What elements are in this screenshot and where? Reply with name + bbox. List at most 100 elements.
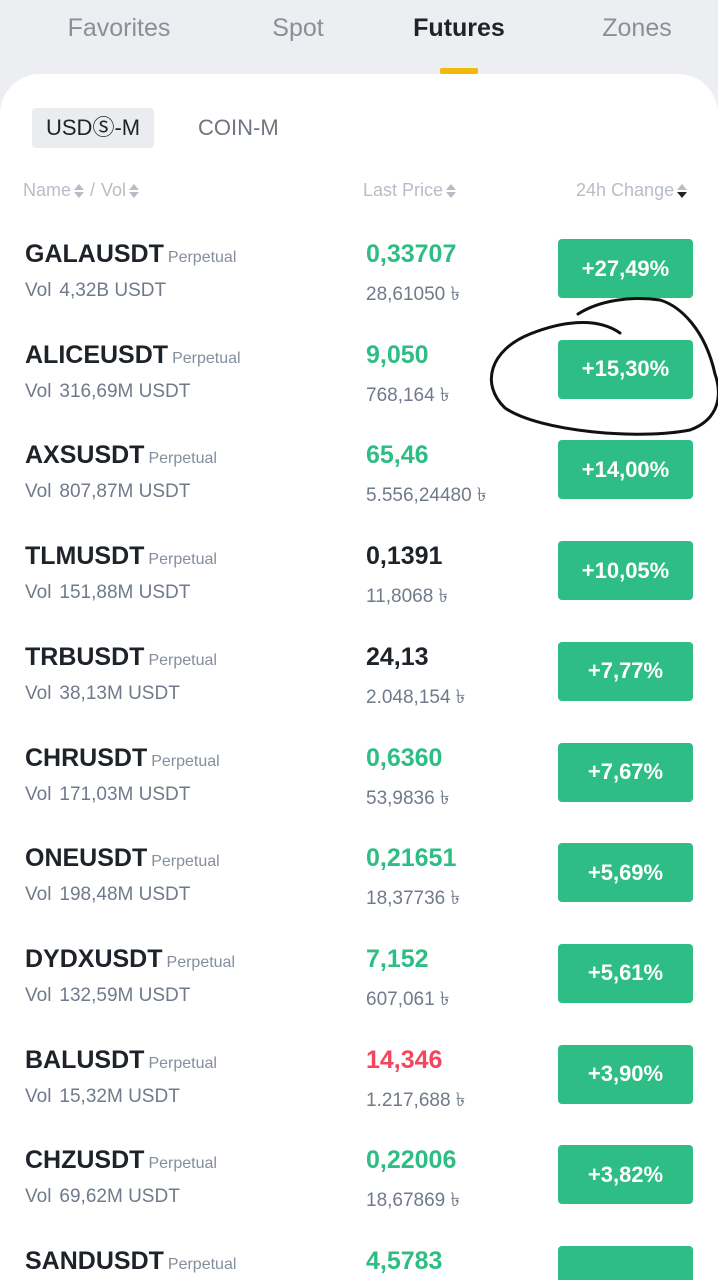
symbol-text: AXSUSDT	[25, 441, 145, 470]
volume-value: 198,48M USDT	[59, 884, 191, 906]
symbol-text: CHZUSDT	[25, 1146, 145, 1175]
subtab-usds-m[interactable]: USDⓈ-M	[32, 108, 155, 148]
change-percent-button[interactable]: +14,00%	[558, 440, 693, 500]
symbol-name: SANDUSDT Perpetual	[25, 1247, 236, 1276]
market-row[interactable]: CHRUSDT Perpetual Vol 171,03M USDT 0,6360 53,…	[0, 738, 718, 839]
sort-desc-icon	[677, 183, 688, 198]
contract-type: Perpetual	[148, 1054, 217, 1072]
sort-arrows-icon	[74, 183, 85, 198]
last-price: 24,13	[366, 642, 429, 671]
fiat-price: 5.556,24480 ৳	[366, 485, 487, 507]
volume-value: 807,87M USDT	[59, 481, 191, 503]
volume: Vol 198,48M USDT	[25, 884, 190, 906]
change-percent-button[interactable]: +10,05%	[558, 541, 693, 601]
volume: Vol 171,03M USDT	[25, 784, 190, 806]
volume-value: 4,32B USDT	[59, 280, 167, 301]
market-row[interactable]: TLMUSDT Perpetual Vol 151,88M USDT 0,1391 11,…	[0, 536, 718, 637]
symbol-name: ALICEUSDT Perpetual	[25, 341, 241, 370]
market-row[interactable]: AXSUSDT Perpetual Vol 807,87M USDT 65,46 5.55…	[0, 435, 718, 536]
change-percent-button[interactable]: +27,49%	[558, 239, 693, 298]
volume-label: Vol	[25, 481, 52, 503]
fiat-price: 607,061 ৳	[366, 988, 450, 1010]
symbol-text: TRBUSDT	[25, 642, 145, 671]
market-row[interactable]: ONEUSDT Perpetual Vol 198,48M USDT 0,21651 18…	[0, 838, 718, 939]
change-percent-button[interactable]: +7,77%	[558, 641, 693, 701]
volume-value: 171,03M USDT	[59, 783, 191, 805]
volume-value: 132,59M USDT	[59, 984, 191, 1006]
contract-type: Perpetual	[148, 450, 217, 468]
change-percent-button[interactable]: +3,82%	[558, 1145, 693, 1205]
symbol-name: GALAUSDT Perpetual	[25, 240, 236, 269]
volume-label: Vol	[25, 884, 52, 906]
symbol-name: TRBUSDT Perpetual	[25, 643, 217, 672]
sort-vol[interactable]: Vol	[101, 180, 140, 201]
contract-type: Perpetual	[167, 249, 237, 266]
contract-type: Perpetual	[148, 1155, 217, 1173]
volume: Vol 316,69M USDT	[25, 381, 190, 403]
symbol-name: ONEUSDT Perpetual	[25, 844, 220, 873]
market-row[interactable]: GALAUSDT Perpetual Vol 4,32B USDT 0,33707 28,…	[0, 234, 718, 335]
symbol-name: DYDXUSDT Perpetual	[25, 945, 235, 974]
volume-label: Vol	[25, 1085, 52, 1107]
last-price: 0,1391	[366, 542, 443, 571]
symbol-name: BALUSDT Perpetual	[25, 1046, 217, 1075]
column-separator: /	[90, 180, 96, 200]
volume-value: 151,88M USDT	[59, 582, 191, 604]
tab-futures[interactable]: Futures	[413, 14, 505, 43]
change-percent-button[interactable]	[558, 1246, 693, 1280]
change-percent-button[interactable]: +5,61%	[558, 943, 693, 1003]
volume: Vol 69,62M USDT	[25, 1186, 180, 1208]
change-percent-button[interactable]: +3,90%	[558, 1044, 693, 1104]
tab-zones[interactable]: Zones	[602, 14, 671, 43]
change-percent-button[interactable]: +5,69%	[558, 843, 693, 903]
contract-type: Perpetual	[172, 349, 241, 367]
column-name-label: Name	[23, 180, 72, 200]
subtab-coin-m[interactable]: COIN-M	[184, 108, 293, 148]
sort-arrows-icon	[129, 183, 140, 198]
fiat-price: 18,67869 ৳	[366, 1190, 460, 1212]
volume: Vol 132,59M USDT	[25, 985, 190, 1007]
top-tab-bar: Favorites Spot Futures Zones	[0, 0, 718, 80]
market-row[interactable]: DYDXUSDT Perpetual Vol 132,59M USDT 7,152 607…	[0, 939, 718, 1040]
symbol-text: DYDXUSDT	[25, 944, 163, 973]
volume-label: Vol	[25, 380, 52, 402]
symbol-name: AXSUSDT Perpetual	[25, 441, 217, 470]
sort-24h-change[interactable]: 24h Change	[576, 180, 688, 201]
contract-type: Perpetual	[167, 1256, 237, 1273]
volume: Vol 4,32B USDT	[25, 280, 166, 302]
column-change-label: 24h Change	[576, 180, 675, 200]
change-percent-button[interactable]: +15,30%	[558, 339, 693, 399]
symbol-text: SANDUSDT	[25, 1247, 164, 1275]
column-last-price-label: Last Price	[363, 180, 444, 200]
sort-last-price[interactable]: Last Price	[363, 180, 457, 201]
contract-type: Perpetual	[166, 953, 236, 971]
market-row[interactable]: BALUSDT Perpetual Vol 15,32M USDT 14,346 1.21…	[0, 1040, 718, 1141]
contract-type: Perpetual	[148, 551, 217, 569]
volume-value: 316,69M USDT	[59, 380, 191, 402]
last-price: 14,346	[366, 1045, 443, 1074]
last-price: 0,33707	[366, 240, 457, 268]
last-price: 4,5783	[366, 1247, 443, 1275]
fiat-price: 18,37736 ৳	[366, 888, 460, 910]
tab-spot[interactable]: Spot	[272, 14, 323, 43]
last-price: 65,46	[366, 441, 429, 470]
last-price: 0,22006	[366, 1146, 457, 1175]
volume-label: Vol	[25, 783, 52, 805]
tab-favorites[interactable]: Favorites	[68, 14, 171, 43]
symbol-text: ALICEUSDT	[25, 340, 169, 369]
volume: Vol 38,13M USDT	[25, 683, 180, 705]
contract-type: Perpetual	[148, 651, 217, 669]
volume: Vol 807,87M USDT	[25, 481, 190, 503]
last-price: 0,21651	[366, 844, 457, 873]
symbol-text: BALUSDT	[25, 1045, 145, 1074]
market-row[interactable]: CHZUSDT Perpetual Vol 69,62M USDT 0,22006 18,…	[0, 1140, 718, 1241]
volume-value: 15,32M USDT	[59, 1085, 180, 1107]
market-row[interactable]: SANDUSDTPerpetualVol4,5783	[0, 1241, 718, 1280]
fiat-price: 28,61050 ৳	[366, 284, 460, 305]
market-row[interactable]: ALICEUSDT Perpetual Vol 316,69M USDT 9,050 76…	[0, 335, 718, 436]
sort-name[interactable]: Name	[23, 180, 85, 201]
volume-label: Vol	[25, 280, 52, 301]
change-percent-button[interactable]: +7,67%	[558, 742, 693, 802]
symbol-text: GALAUSDT	[25, 240, 164, 268]
market-row[interactable]: TRBUSDT Perpetual Vol 38,13M USDT 24,13 2.048…	[0, 637, 718, 738]
